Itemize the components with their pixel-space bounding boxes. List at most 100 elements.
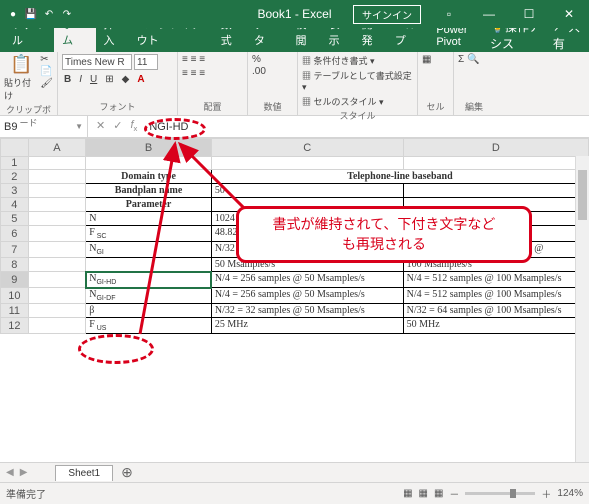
- cell[interactable]: [403, 184, 588, 198]
- font-color-button[interactable]: A: [135, 73, 146, 86]
- font-name-select[interactable]: Times New R: [62, 54, 132, 70]
- cell[interactable]: N/32 = 64 samples @ 100 Msamples/s: [403, 304, 588, 318]
- cell[interactable]: Telephone-line baseband: [211, 170, 588, 184]
- row-header[interactable]: 6: [1, 226, 29, 242]
- row-header[interactable]: 3: [1, 184, 29, 198]
- row-header[interactable]: 9: [1, 272, 29, 288]
- cell[interactable]: [28, 170, 86, 184]
- save-icon[interactable]: 💾: [24, 7, 38, 21]
- cell[interactable]: N: [86, 212, 212, 226]
- row-header[interactable]: 8: [1, 258, 29, 272]
- row-header[interactable]: 1: [1, 157, 29, 170]
- cond-format-button[interactable]: ▦ 条件付き書式 ▾: [302, 54, 375, 67]
- cut-icon[interactable]: ✂: [40, 54, 53, 65]
- cell[interactable]: N/4 = 256 samples @ 50 Msamples/s: [211, 272, 403, 288]
- cell[interactable]: [28, 226, 86, 242]
- row-header[interactable]: 11: [1, 304, 29, 318]
- cell[interactable]: [28, 198, 86, 212]
- cell[interactable]: [28, 157, 86, 170]
- signin-button[interactable]: サインイン: [353, 5, 421, 24]
- vertical-scrollbar[interactable]: [575, 156, 589, 462]
- cell[interactable]: N/4 = 256 samples @ 50 Msamples/s: [211, 288, 403, 304]
- cell[interactable]: 50 MHz: [403, 318, 588, 334]
- cell[interactable]: [86, 258, 212, 272]
- ribbon-options-icon[interactable]: ▫: [429, 0, 469, 28]
- enter-icon[interactable]: ✓: [113, 119, 122, 133]
- cell[interactable]: [86, 157, 212, 170]
- cell[interactable]: [28, 184, 86, 198]
- spreadsheet-grid[interactable]: ABCD 12 Domain typeTelephone-line baseband…: [0, 138, 589, 482]
- add-sheet-button[interactable]: ⊕: [113, 464, 141, 481]
- cell[interactable]: F SC: [86, 226, 212, 242]
- table-format-button[interactable]: ▦ テーブルとして書式設定 ▾: [302, 69, 413, 93]
- cell[interactable]: 50: [211, 184, 403, 198]
- view-break-icon[interactable]: ▦: [434, 488, 443, 499]
- cell-styles-button[interactable]: ▦ セルのスタイル ▾: [302, 95, 384, 108]
- underline-button[interactable]: U: [88, 73, 99, 86]
- col-header[interactable]: C: [211, 139, 403, 157]
- zoom-in-button[interactable]: ＋: [541, 486, 551, 501]
- cell[interactable]: 25 MHz: [211, 318, 403, 334]
- cell[interactable]: [28, 304, 86, 318]
- autosave-icon[interactable]: ●: [6, 7, 20, 21]
- formula-input[interactable]: NGI-HD: [145, 121, 589, 133]
- undo-icon[interactable]: ↶: [42, 7, 56, 21]
- col-header[interactable]: B: [86, 139, 212, 157]
- cell[interactable]: [28, 272, 86, 288]
- cell[interactable]: NGI-DF: [86, 288, 212, 304]
- bold-button[interactable]: B: [62, 73, 73, 86]
- cell[interactable]: Domain type: [86, 170, 212, 184]
- row-header[interactable]: 10: [1, 288, 29, 304]
- cell[interactable]: N/4 = 512 samples @ 100 Msamples/s: [403, 288, 588, 304]
- row-header[interactable]: 4: [1, 198, 29, 212]
- redo-icon[interactable]: ↷: [60, 7, 74, 21]
- cell[interactable]: [28, 258, 86, 272]
- zoom-slider[interactable]: [465, 492, 535, 495]
- view-normal-icon[interactable]: ▦: [403, 488, 412, 499]
- paste-icon[interactable]: 📋: [10, 54, 32, 75]
- row-header[interactable]: 2: [1, 170, 29, 184]
- name-box[interactable]: B9 ▼: [0, 116, 88, 137]
- copy-icon[interactable]: 📄: [40, 66, 53, 77]
- close-button[interactable]: ✕: [549, 0, 589, 28]
- cell[interactable]: NGI: [86, 242, 212, 258]
- cell[interactable]: Bandplan name: [86, 184, 212, 198]
- format-painter-icon[interactable]: 🖌: [40, 78, 53, 89]
- cell[interactable]: F US: [86, 318, 212, 334]
- col-header[interactable]: A: [28, 139, 86, 157]
- chevron-down-icon[interactable]: ▼: [75, 122, 83, 131]
- cell[interactable]: [211, 157, 403, 170]
- row-header[interactable]: 7: [1, 242, 29, 258]
- status-ready: 準備完了: [6, 486, 46, 501]
- cell[interactable]: [28, 212, 86, 226]
- view-page-icon[interactable]: ▦: [419, 488, 428, 499]
- zoom-level[interactable]: 124%: [557, 488, 583, 499]
- sheet-tab[interactable]: Sheet1: [55, 465, 113, 481]
- font-size-select[interactable]: 11: [134, 54, 158, 70]
- annotation-text-1: 書式が維持されて、下付き文字など: [249, 215, 519, 235]
- ribbon-group-styles: ▦ 条件付き書式 ▾ ▦ テーブルとして書式設定 ▾ ▦ セルのスタイル ▾ ス…: [298, 52, 418, 115]
- zoom-out-button[interactable]: －: [449, 486, 459, 501]
- cell[interactable]: N/32 = 32 samples @ 50 Msamples/s: [211, 304, 403, 318]
- col-header[interactable]: D: [403, 139, 588, 157]
- cell[interactable]: [28, 288, 86, 304]
- cell[interactable]: β: [86, 304, 212, 318]
- cell[interactable]: [403, 157, 588, 170]
- fill-color-button[interactable]: ◆: [120, 73, 132, 86]
- italic-button[interactable]: I: [77, 73, 84, 86]
- cancel-icon[interactable]: ✕: [96, 119, 105, 133]
- window-title: Book1 - Excel: [257, 7, 331, 21]
- sheet-nav-next-icon[interactable]: ▶: [20, 467, 28, 478]
- maximize-button[interactable]: ☐: [509, 0, 549, 28]
- fx-icon[interactable]: fx: [130, 119, 137, 133]
- cell[interactable]: NGI-HD: [86, 272, 212, 288]
- cell[interactable]: N/4 = 512 samples @ 100 Msamples/s: [403, 272, 588, 288]
- row-header[interactable]: 12: [1, 318, 29, 334]
- minimize-button[interactable]: —: [469, 0, 509, 28]
- cell[interactable]: [28, 318, 86, 334]
- cell[interactable]: [28, 242, 86, 258]
- sheet-nav-prev-icon[interactable]: ◀: [0, 467, 20, 478]
- border-button[interactable]: ⊞: [103, 73, 115, 86]
- cell[interactable]: Parameter: [86, 198, 212, 212]
- row-header[interactable]: 5: [1, 212, 29, 226]
